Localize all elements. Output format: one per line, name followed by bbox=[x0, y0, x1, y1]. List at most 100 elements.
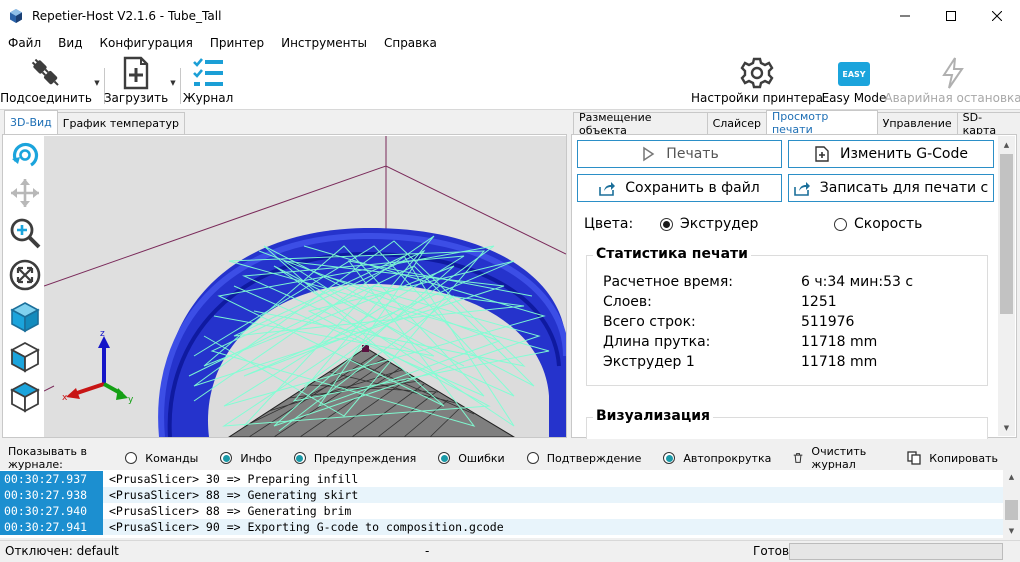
tab-sd-card[interactable]: SD-карта bbox=[956, 111, 1020, 137]
tab-3d-view[interactable]: 3D-Вид bbox=[4, 110, 58, 134]
close-button[interactable] bbox=[974, 0, 1020, 32]
tab-temperature-graph[interactable]: График температур bbox=[56, 112, 185, 134]
chevron-up-icon: ▲ bbox=[1003, 140, 1010, 149]
iso-view-tool[interactable] bbox=[9, 301, 41, 333]
log-filter-errors[interactable]: Ошибки bbox=[438, 452, 505, 465]
toggle-confirm[interactable] bbox=[526, 452, 539, 464]
log-scroll-down[interactable]: ▼ bbox=[1003, 524, 1020, 538]
fit-view-icon bbox=[9, 259, 41, 291]
log-show-label: Показывать в журнале: bbox=[8, 445, 88, 471]
color-extruder-option[interactable]: Экструдер bbox=[660, 216, 834, 232]
edit-gcode-button[interactable]: Изменить G-Code bbox=[788, 140, 994, 168]
maximize-button[interactable] bbox=[928, 0, 974, 32]
tab-control[interactable]: Управление bbox=[876, 112, 958, 134]
menu-view[interactable]: Вид bbox=[50, 36, 91, 50]
front-view-tool[interactable] bbox=[9, 341, 41, 373]
minimize-button[interactable] bbox=[882, 0, 928, 32]
toggle-warnings[interactable] bbox=[293, 452, 306, 464]
move-tool[interactable] bbox=[9, 177, 41, 209]
log-filter-confirm[interactable]: Подтверждение bbox=[526, 452, 641, 465]
log-entry: 00:30:27.941 <PrusaSlicer> 90 => Exporti… bbox=[0, 519, 1003, 535]
color-speed-option[interactable]: Скорость bbox=[834, 216, 922, 232]
left-tabs: 3D-Вид График температур bbox=[4, 110, 185, 134]
menu-file[interactable]: Файл bbox=[0, 36, 50, 50]
toggle-commands[interactable] bbox=[125, 452, 138, 464]
top-view-tool[interactable] bbox=[9, 381, 41, 413]
export-sd-icon bbox=[793, 182, 810, 196]
tab-object-placement[interactable]: Размещение объекта bbox=[573, 111, 708, 137]
log-autoscroll[interactable]: Автопрокрутка bbox=[663, 452, 771, 465]
easy-mode-button[interactable]: EASY Easy Mode bbox=[822, 56, 886, 108]
load-label: Загрузить bbox=[103, 91, 169, 105]
status-middle: - bbox=[425, 544, 430, 558]
checklist-icon bbox=[193, 58, 223, 86]
connect-button[interactable]: Подсоединить bbox=[0, 56, 92, 108]
toolbar-separator bbox=[180, 68, 181, 104]
log-scroll-thumb[interactable] bbox=[1005, 500, 1018, 520]
write-sd-button[interactable]: Записать для печати с bbox=[788, 174, 994, 202]
colors-label: Цвета: bbox=[584, 216, 634, 232]
log-filter-warnings[interactable]: Предупреждения bbox=[293, 452, 416, 465]
move-arrows-icon bbox=[11, 179, 39, 207]
log-filter-info[interactable]: Инфо bbox=[220, 452, 272, 465]
cube-iso-icon bbox=[10, 302, 40, 333]
zoom-tool[interactable] bbox=[9, 217, 41, 249]
progress-bar bbox=[789, 543, 1003, 560]
log-label: Журнал bbox=[182, 91, 234, 105]
app-icon bbox=[10, 9, 22, 23]
clear-log-button[interactable]: Очистить журнал bbox=[793, 445, 885, 471]
scroll-thumb[interactable] bbox=[1000, 154, 1013, 314]
copy-log-button[interactable]: Копировать bbox=[907, 451, 998, 465]
print-stats-group: Статистика печати Расчетное время: 6 ч:3… bbox=[586, 246, 988, 386]
menu-bar: Файл Вид Конфигурация Принтер Инструмент… bbox=[0, 32, 1020, 54]
log-filter-commands[interactable]: Команды bbox=[125, 452, 198, 465]
cube-top-icon bbox=[10, 381, 40, 413]
load-button[interactable]: Загрузить bbox=[103, 56, 169, 108]
toggle-autoscroll[interactable] bbox=[663, 452, 676, 464]
scroll-down-button[interactable]: ▼ bbox=[998, 419, 1015, 436]
right-panel-scrollbar[interactable]: ▲ ▼ bbox=[998, 136, 1015, 436]
log-button[interactable]: Журнал bbox=[182, 56, 234, 108]
radio-extruder[interactable] bbox=[660, 217, 673, 231]
stat-row: Длина прутка: 11718 mm bbox=[603, 334, 878, 350]
menu-printer[interactable]: Принтер bbox=[202, 36, 273, 50]
emergency-stop-button[interactable]: Аварийная остановка bbox=[884, 56, 1020, 108]
printer-settings-button[interactable]: Настройки принтера bbox=[691, 56, 823, 108]
rotate-tool[interactable] bbox=[9, 139, 41, 171]
load-dropdown[interactable]: ▼ bbox=[168, 68, 178, 98]
plug-icon bbox=[31, 58, 59, 86]
edit-file-icon bbox=[815, 146, 829, 162]
log-scroll-up[interactable]: ▲ bbox=[1003, 470, 1020, 484]
print-button[interactable]: Печать bbox=[577, 140, 782, 168]
printer-settings-label: Настройки принтера bbox=[690, 91, 824, 105]
tab-slicer[interactable]: Слайсер bbox=[706, 112, 767, 134]
fit-view-tool[interactable] bbox=[9, 259, 41, 291]
save-to-file-button[interactable]: Сохранить в файл bbox=[577, 174, 782, 202]
toggle-info[interactable] bbox=[220, 452, 233, 464]
stat-row: Всего строк: 511976 bbox=[603, 314, 855, 330]
color-mode-row: Цвета: Экструдер Скорость bbox=[584, 213, 1004, 235]
view-tools bbox=[3, 135, 43, 437]
menu-help[interactable]: Справка bbox=[376, 36, 446, 50]
zoom-icon bbox=[10, 218, 41, 249]
connect-dropdown[interactable]: ▼ bbox=[92, 68, 102, 98]
log-list[interactable]: 00:30:27.937 <PrusaSlicer> 30 => Prepari… bbox=[0, 470, 1020, 538]
emergency-stop-label: Аварийная остановка bbox=[884, 91, 1020, 105]
print-preview-panel: Печать Изменить G-Code Сохранить в файл … bbox=[571, 134, 1017, 439]
tab-print-preview[interactable]: Просмотр печати bbox=[765, 110, 878, 136]
chevron-down-icon: ▼ bbox=[1008, 527, 1015, 535]
log-entry: 00:30:27.940 <PrusaSlicer> 88 => Generat… bbox=[0, 503, 1003, 519]
3d-viewport[interactable]: z x y bbox=[44, 136, 566, 437]
chevron-up-icon: ▲ bbox=[1008, 473, 1015, 481]
log-options-bar: Показывать в журнале: Команды Инфо Преду… bbox=[0, 445, 1020, 471]
printer-bed-scene: z x y bbox=[44, 136, 566, 437]
scroll-up-button[interactable]: ▲ bbox=[998, 136, 1015, 153]
menu-tools[interactable]: Инструменты bbox=[273, 36, 376, 50]
log-scrollbar[interactable]: ▲ ▼ bbox=[1003, 470, 1020, 538]
stat-row: Экструдер 1 11718 mm bbox=[603, 354, 878, 370]
svg-text:x: x bbox=[62, 393, 68, 403]
toggle-errors[interactable] bbox=[438, 452, 451, 464]
radio-speed[interactable] bbox=[834, 217, 847, 231]
easy-mode-badge: EASY bbox=[838, 62, 870, 86]
menu-config[interactable]: Конфигурация bbox=[91, 36, 201, 50]
